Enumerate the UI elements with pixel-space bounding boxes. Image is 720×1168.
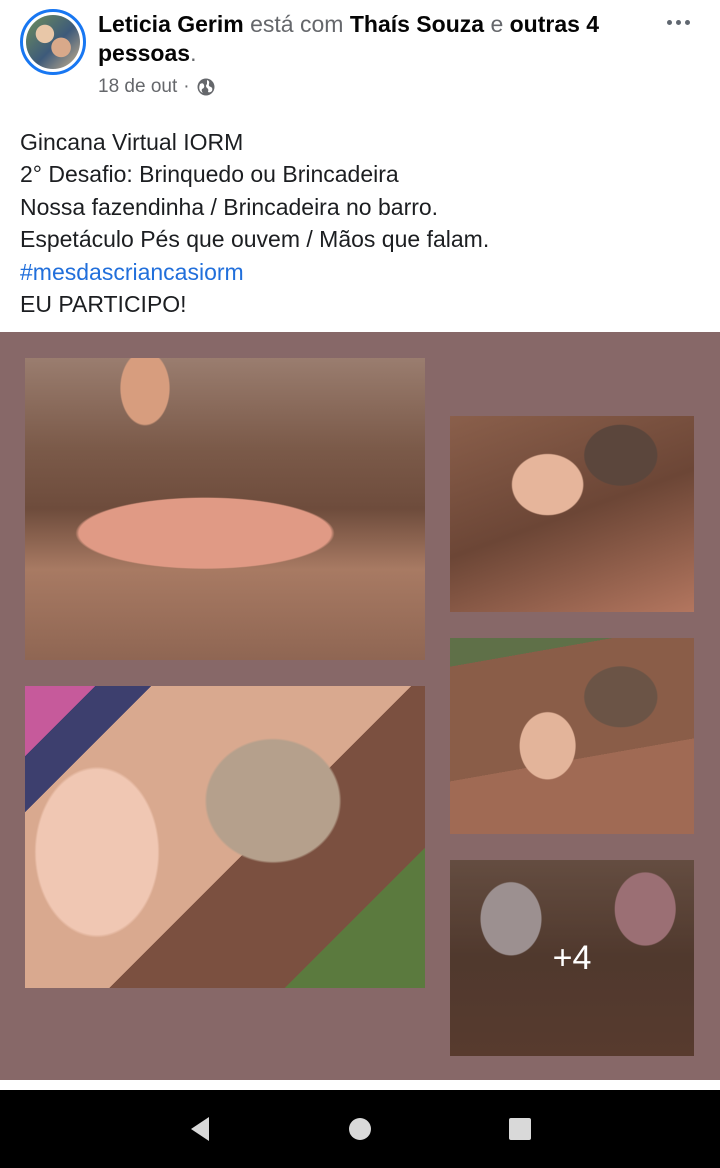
period: . (190, 40, 197, 66)
gallery-photo-3[interactable] (25, 686, 425, 988)
avatar-image (26, 15, 80, 69)
home-button[interactable] (340, 1109, 380, 1149)
with-text: está com (250, 11, 344, 37)
recents-button[interactable] (500, 1109, 540, 1149)
hashtag-link[interactable]: #mesdascriancasiorm (20, 256, 700, 288)
photo-gallery: +4 (0, 332, 720, 1080)
post-line: Nossa fazendinha / Brincadeira no barro. (20, 193, 439, 220)
post-meta: 18 de out · (98, 76, 216, 98)
more-photos-count: +4 (552, 938, 592, 977)
back-button[interactable] (180, 1109, 220, 1149)
post-line: EU PARTICIPO! (20, 291, 187, 318)
gallery-photo-1[interactable] (25, 358, 425, 660)
more-options-button[interactable] (662, 10, 694, 34)
more-dot-icon (675, 19, 681, 25)
post-line: Espetáculo Pés que ouvem / Mãos que fala… (20, 226, 490, 253)
more-dot-icon (666, 19, 672, 25)
home-circle-icon (349, 1118, 371, 1140)
recents-square-icon (509, 1118, 531, 1140)
gallery-photo-4[interactable] (450, 638, 694, 834)
back-triangle-icon (191, 1117, 209, 1141)
author-name[interactable]: Leticia Gerim (98, 11, 244, 37)
more-photos-overlay[interactable]: +4 (450, 860, 694, 1056)
globe-icon (197, 78, 215, 96)
post-date[interactable]: 18 de out (98, 76, 177, 98)
post-body: Gincana Virtual IORM 2° Desafio: Brinque… (20, 126, 700, 320)
and-text: e (490, 11, 504, 37)
gallery-photo-5[interactable]: +4 (450, 860, 694, 1056)
post-header: Leticia Gerim está com Thaís Souza e out… (0, 0, 720, 112)
gallery-photo-2[interactable] (450, 416, 694, 612)
post-line: 2° Desafio: Brinquedo ou Brincadeira (20, 161, 399, 188)
post-line: Gincana Virtual IORM (20, 129, 244, 155)
android-navigation-bar (0, 1090, 720, 1168)
tagged-person[interactable]: Thaís Souza (350, 11, 484, 37)
avatar[interactable] (20, 9, 86, 75)
meta-separator: · (183, 76, 190, 97)
more-dot-icon (684, 19, 690, 25)
author-line: Leticia Gerim está com Thaís Souza e out… (98, 10, 658, 68)
